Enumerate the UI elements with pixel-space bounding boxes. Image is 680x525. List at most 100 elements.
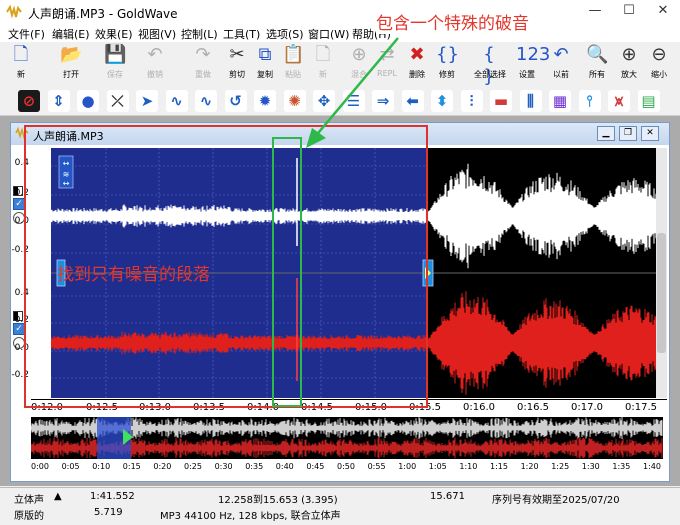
vertical-scrollbar[interactable] [656,148,667,398]
serial-expiry: 序列号有效期至2025/07/20 [492,495,620,506]
noise-icon[interactable]: ⩙ [608,90,630,112]
cross-arrows-icon[interactable]: ⤫ [106,90,129,112]
trim-icon: {} [436,44,459,65]
overview-time-label: 1:40 [643,462,661,471]
blue-ball-icon[interactable]: ● [77,90,99,112]
toolbar-open-folder-button[interactable]: 📂 打开 [56,44,86,84]
menu-control[interactable]: 控制(L) [181,26,218,42]
overview-time-label: 0:25 [184,462,202,471]
overview-time-label: 0:55 [367,462,386,471]
time-label: 0:17.5 [625,402,657,413]
time-label: 0:16.0 [463,402,495,413]
window-title: 人声朗诵.MP3 - GoldWave [28,7,178,21]
toolbar-zoom-in-button[interactable]: ⊕ 放大 [614,44,644,84]
equalizer-icon[interactable]: ⫶ [460,90,483,112]
toolbar-set-button[interactable]: 123 设置 [512,44,550,84]
menu-options[interactable]: 选项(S) [266,26,304,42]
overview-time-label: 1:25 [551,462,570,471]
toolbar-label: 打开 [63,70,79,79]
close-button[interactable]: ✕ [646,0,680,24]
overview-time-label: 1:30 [581,462,600,471]
rainbow-icon[interactable]: ▤ [637,90,660,112]
toolbar-cut-button[interactable]: ✂ 剪切 [222,44,252,84]
overview-time-label: 1:00 [398,462,417,471]
spike-annotation-text: 包含一个特殊的破音 [376,9,529,34]
selection-range: 12.258到15.653 (3.395) [218,495,338,506]
overview-time-label: 1:10 [459,462,478,471]
spectrum-icon[interactable]: ▦ [549,90,571,112]
wave-icon[interactable]: ∿ [165,90,188,112]
overview-time-label: 1:05 [428,462,447,471]
channel-mode: 立体声 [14,495,44,506]
vertical-scroll-thumb[interactable] [657,233,666,353]
menu-edit[interactable]: 编辑(E) [52,26,90,42]
loop-icon[interactable]: ↺ [224,90,247,112]
toolbar-label: 全部选择 [474,70,506,79]
stop-record-icon[interactable]: ⊘ [18,90,40,112]
wave-icon-2[interactable]: ∿ [195,90,217,112]
overview-time-label: 0:20 [153,462,172,471]
toolbar-redo-button[interactable]: ↷ 重做 [188,44,218,84]
doc-close-button[interactable]: ✕ [641,126,659,141]
toolbar-label: 修剪 [439,70,455,79]
file-format: MP3 44100 Hz, 128 kbps, 联合立体声 [160,511,341,522]
cut-icon: ✂ [229,44,245,65]
color-bar-icon[interactable]: ▬ [490,90,512,112]
original-value: 5.719 [94,507,123,518]
minimize-button[interactable]: — [578,0,612,24]
total-length: 1:41.552 [90,491,135,502]
forward-arrow-icon[interactable]: ➤ [136,90,158,112]
toolbar-save-button[interactable]: 💾 保存 [100,44,130,84]
menu-effects[interactable]: 效果(E) [95,26,133,42]
toolbar-label: 设置 [519,70,535,79]
redo-icon: ↷ [195,44,211,65]
maximize-button[interactable]: ☐ [612,0,646,24]
cursor-position: 15.671 [430,491,465,502]
toolbar-trim-button[interactable]: {} 修剪 [432,44,462,84]
toolbar-zoom-all-button[interactable]: 🔍 所有 [582,44,612,84]
toolbar-previous-button[interactable]: ↶ 以前 [546,44,576,84]
doc-restore-button[interactable]: ❐ [619,126,637,141]
menu-view[interactable]: 视图(V) [138,26,176,42]
overview-time-label: 0:30 [214,462,233,471]
overview-time-label: 0:40 [275,462,294,471]
toolbar-label: 缩小 [651,70,667,79]
toolbar-label: 保存 [107,70,123,79]
menu-file[interactable]: 文件(F) [8,26,45,42]
toolbar-zoom-out-button[interactable]: ⊖ 缩小 [644,44,674,84]
filter-icon[interactable]: ⫼ [519,90,542,112]
zoom-out-icon: ⊖ [651,44,667,65]
invert-icon[interactable]: ⬍ [431,90,453,112]
toolbar-label: 新 [17,70,25,79]
overview-time-label: 1:20 [520,462,539,471]
toolbar-copy-button[interactable]: ⧉ 复制 [250,44,280,84]
split-icon[interactable]: ⫯ [578,90,601,112]
save-icon: 💾 [104,44,127,65]
original-label: 原版的 [14,511,44,522]
overview-time-label: 0:05 [61,462,80,471]
doc-minimize-button[interactable]: ▁ [597,126,615,141]
title-bar: 人声朗诵.MP3 - GoldWave — ☐ ✕ [0,0,680,24]
toolbar-undo-button[interactable]: ↶ 撤销 [140,44,170,84]
time-label: 0:17.0 [571,402,603,413]
overview-waveform[interactable] [30,417,663,459]
open-folder-icon: 📂 [60,44,83,65]
new-file-icon: 🗋 [13,44,29,65]
noise-annotation-text: 找到只有噪音的段落 [57,265,210,285]
select-all-icon: { } [483,44,495,87]
toolbar-label: 撤销 [147,70,163,79]
overview-time-label: 0:10 [92,462,111,471]
overview-time-label: 1:35 [612,462,631,471]
toolbar-select-all-button[interactable]: { } 全部选择 [474,44,506,87]
menu-tools[interactable]: 工具(T) [223,26,260,42]
annotation-arrow [306,37,399,148]
undo-icon: ↶ [147,44,163,65]
overview-time-label: 0:35 [245,462,264,471]
spike-annotation-box [272,137,302,407]
overview-time-label: 0:45 [306,462,325,471]
vertical-arrows-icon[interactable]: ⇕ [47,90,70,112]
gear-blue-icon[interactable]: ✹ [254,90,276,112]
toolbar-label: 以前 [553,70,569,79]
time-label: 0:16.5 [517,402,549,413]
toolbar-new-file-button[interactable]: 🗋 新 [6,44,36,84]
